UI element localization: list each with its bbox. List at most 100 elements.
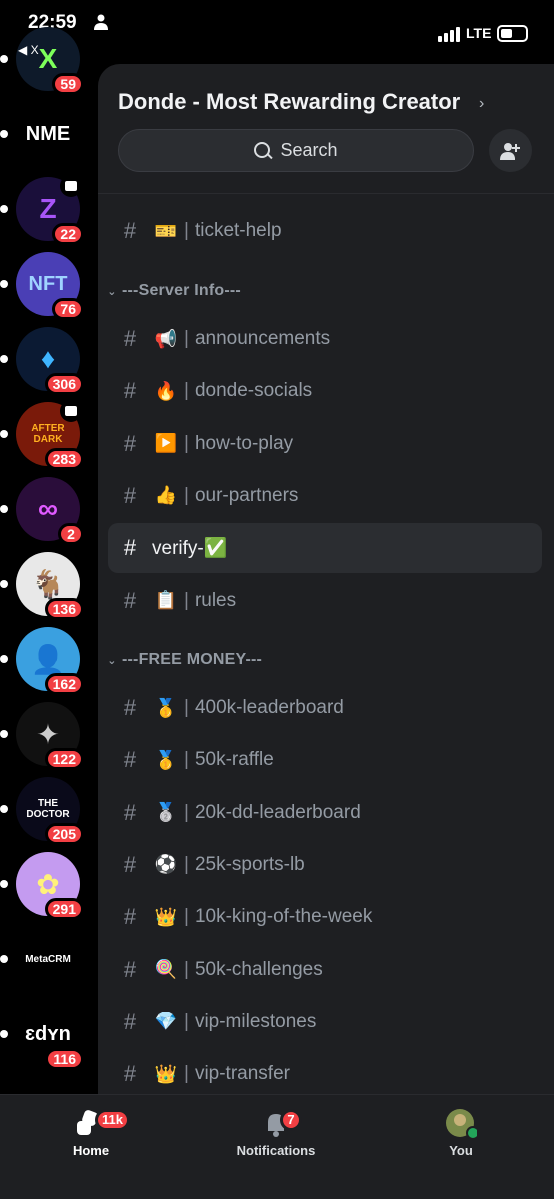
nav-notifications[interactable]: 7 Notifications — [216, 1109, 336, 1158]
mention-badge: 136 — [44, 598, 84, 620]
server-rail[interactable]: X 59 NME Z 22 NFT 76 ♦ 306 AFTER DARK 283 ∞ 2 🐐 136 👤 16… — [0, 0, 96, 1094]
channel-ticket-help[interactable]: # 🎫 | ticket-help — [108, 206, 542, 256]
unread-indicator — [0, 55, 8, 63]
home-badge: 11k — [95, 1109, 130, 1131]
server-flame[interactable]: ♦ 306 — [0, 327, 84, 395]
hash-icon: # — [123, 1061, 137, 1087]
home-label: Home — [72, 1143, 110, 1158]
server-initials: Z — [39, 193, 57, 224]
hash-icon: # — [123, 326, 137, 351]
server-knot[interactable]: ∞ 2 — [0, 477, 84, 545]
unread-indicator — [0, 505, 8, 513]
unread-indicator — [0, 130, 8, 138]
channel-vip-transfer[interactable]: # 👑 | vip-transfer — [108, 1049, 542, 1094]
server-z[interactable]: Z 22 — [0, 175, 84, 245]
mention-badge: 122 — [44, 748, 84, 770]
channel-how-to-play[interactable]: # ▶️ | how-to-play — [108, 419, 542, 469]
separator: | — [184, 484, 189, 506]
server-x[interactable]: X 59 — [0, 27, 84, 95]
server-doctor[interactable]: THE DOCTOR 205 — [0, 777, 84, 845]
chevron-down-icon: ⌄ — [107, 654, 117, 667]
channel-rules[interactable]: # 📋 | rules — [108, 576, 542, 626]
hash-icon: # — [123, 956, 137, 982]
channel-category[interactable]: ⌄ ---FREE MONEY--- — [104, 645, 262, 675]
server-initials: NFT — [28, 272, 68, 295]
hash-icon: # — [123, 904, 137, 930]
bell-icon: 7 — [260, 1109, 302, 1139]
channel-emoji: 🥈 — [154, 802, 178, 823]
channel-donde-socials[interactable]: # 🔥 | donde-socials — [108, 366, 542, 416]
server-initials: MetaCRM — [25, 953, 71, 965]
calendar-icon — [60, 175, 82, 197]
server-goat[interactable]: 🐐 136 — [0, 552, 84, 620]
network-label: LTE — [466, 25, 492, 41]
separator: | — [184, 1010, 189, 1032]
person-icon — [94, 14, 108, 30]
server-initials: AFTER DARK — [31, 423, 65, 445]
channel-10k-king-of-the-week[interactable]: # 👑 | 10k-king-of-the-week — [108, 892, 542, 942]
channel-emoji: 🍭 — [154, 959, 178, 979]
hash-icon: # — [123, 1008, 137, 1034]
battery-icon — [497, 25, 528, 42]
mention-badge: 116 — [45, 1048, 84, 1070]
nav-home[interactable]: 11k Home — [31, 1109, 151, 1158]
invite-members-button[interactable] — [489, 129, 532, 172]
mention-badge: 76 — [52, 298, 84, 320]
channel-announcements[interactable]: # 📢 | announcements — [108, 314, 542, 364]
server-initials: X — [38, 43, 58, 74]
mention-badge: 162 — [44, 673, 84, 695]
server-metacrm[interactable]: MetaCRM — [0, 927, 80, 991]
unread-indicator — [0, 730, 8, 738]
server-dark-disc[interactable]: ✦ 122 — [0, 702, 84, 770]
server-initials: 👤 — [30, 643, 66, 675]
chevron-right-icon[interactable]: › — [479, 95, 484, 113]
channel-name: vip-milestones — [194, 1010, 317, 1032]
server-initials: ∞ — [38, 493, 58, 524]
hash-icon: # — [123, 430, 137, 456]
server-nme[interactable]: NME — [0, 102, 80, 166]
search-button[interactable]: Search — [118, 129, 474, 172]
channel-50k-raffle[interactable]: # 🥇 | 50k-raffle — [108, 735, 542, 785]
channel-25k-sports-lb[interactable]: # ⚽ | 25k-sports-lb — [108, 840, 542, 890]
channel-20k-dd-leaderboard[interactable]: # 🥈 | 20k-dd-leaderboard — [108, 788, 542, 838]
channel-emoji: 📋 — [154, 590, 178, 610]
channel-name: 50k-raffle — [194, 749, 274, 771]
channel-emoji: 👍 — [154, 485, 178, 506]
unread-indicator — [0, 655, 8, 663]
server-avatar[interactable]: 👤 162 — [0, 627, 84, 695]
channel-name: verify-✅ — [152, 538, 228, 560]
hash-icon: # — [123, 587, 137, 613]
channel-emoji: ⚽ — [154, 854, 178, 875]
notifications-label: Notifications — [236, 1143, 316, 1158]
hash-icon: # — [123, 535, 137, 561]
user-avatar — [445, 1109, 480, 1140]
notifications-badge: 7 — [280, 1109, 302, 1131]
nav-you[interactable]: You — [401, 1109, 521, 1158]
mention-badge: 283 — [44, 448, 84, 470]
channel-category[interactable]: ⌄ ---Server Info--- — [104, 276, 241, 306]
separator: | — [184, 432, 189, 454]
server-initials: NME — [25, 122, 71, 145]
channel-name: rules — [194, 589, 237, 611]
channel-emoji: 📢 — [154, 328, 178, 349]
server-after-dark[interactable]: AFTER DARK 283 — [0, 400, 84, 470]
channel-verify[interactable]: # verify-✅ — [108, 523, 542, 574]
channel-vip-milestones[interactable]: # 💎 | vip-milestones — [108, 997, 542, 1047]
channel-emoji: 🥇 — [154, 749, 178, 770]
channel-emoji: 👑 — [154, 1063, 178, 1084]
hash-icon: # — [123, 218, 137, 243]
server-nft[interactable]: NFT 76 — [0, 252, 84, 320]
server-initials: ✿ — [36, 868, 60, 900]
channel-emoji: 💎 — [154, 1011, 178, 1032]
back-to-app-link[interactable]: ◀ X — [18, 43, 39, 57]
server-edm[interactable]: ɛdʏn 116 — [0, 1002, 84, 1070]
channel-our-partners[interactable]: # 👍 | our-partners — [108, 471, 542, 521]
channel-name: how-to-play — [194, 432, 294, 454]
guild-name[interactable]: Donde - Most Rewarding Creator — [118, 89, 460, 115]
separator: | — [184, 1063, 189, 1085]
separator: | — [184, 801, 189, 823]
server-pink[interactable]: ✿ 291 — [0, 852, 84, 920]
channel-400k-leaderboard[interactable]: # 🥇 | 400k-leaderboard — [108, 683, 542, 733]
separator: | — [184, 220, 189, 241]
channel-50k-challenges[interactable]: # 🍭 | 50k-challenges — [108, 945, 542, 995]
